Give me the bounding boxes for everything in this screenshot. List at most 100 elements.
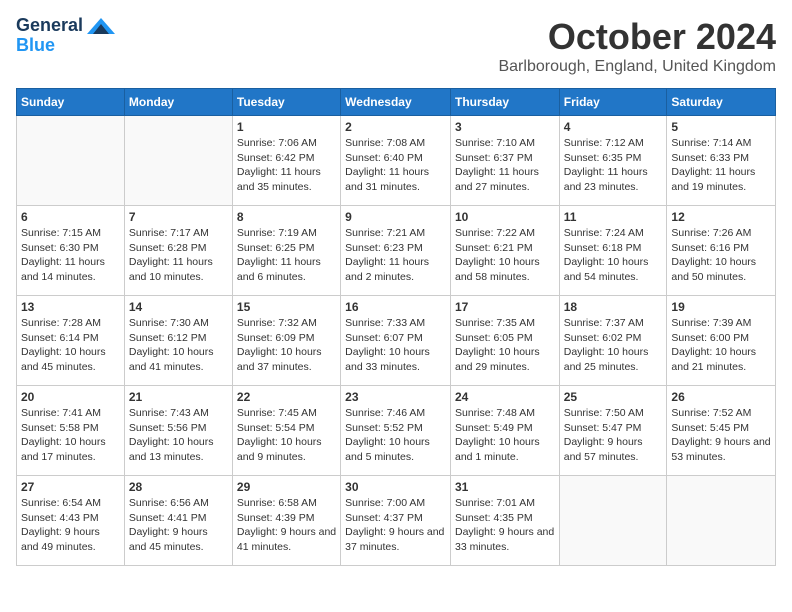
day-info: Sunrise: 7:50 AM Sunset: 5:47 PM Dayligh… <box>564 406 663 465</box>
calendar-cell: 13Sunrise: 7:28 AM Sunset: 6:14 PM Dayli… <box>17 296 125 386</box>
calendar-cell: 9Sunrise: 7:21 AM Sunset: 6:23 PM Daylig… <box>341 206 451 296</box>
calendar-header-monday: Monday <box>124 89 232 116</box>
calendar-cell: 12 Sunrise: 7:26 AM Sunset: 6:16 PM Dayli… <box>667 206 776 296</box>
calendar-week-3: 13Sunrise: 7:28 AM Sunset: 6:14 PM Dayli… <box>17 296 776 386</box>
calendar-cell: 29 Sunrise: 6:58 AM Sunset: 4:39 PM Dayli… <box>232 476 340 566</box>
day-number: 19 <box>671 300 771 314</box>
calendar-cell: 15 Sunrise: 7:32 AM Sunset: 6:09 PM Dayli… <box>232 296 340 386</box>
calendar-cell: 25 Sunrise: 7:50 AM Sunset: 5:47 PM Dayli… <box>559 386 667 476</box>
calendar-cell: 10 Sunrise: 7:22 AM Sunset: 6:21 PM Dayli… <box>450 206 559 296</box>
calendar-cell: 24 Sunrise: 7:48 AM Sunset: 5:49 PM Dayli… <box>450 386 559 476</box>
day-info: Sunrise: 7:08 AM Sunset: 6:40 PM Dayligh… <box>345 136 446 195</box>
day-info: Sunrise: 7:22 AM Sunset: 6:21 PM Dayligh… <box>455 226 555 285</box>
day-info: Sunrise: 7:33 AM Sunset: 6:07 PM Dayligh… <box>345 316 446 375</box>
calendar-week-4: 20 Sunrise: 7:41 AM Sunset: 5:58 PM Dayli… <box>17 386 776 476</box>
day-number: 17 <box>455 300 555 314</box>
day-info: Sunrise: 7:00 AM Sunset: 4:37 PM Dayligh… <box>345 496 446 555</box>
day-number: 12 <box>671 210 771 224</box>
calendar-cell: 6 Sunrise: 7:15 AM Sunset: 6:30 PM Daylig… <box>17 206 125 296</box>
day-number: 22 <box>237 390 336 404</box>
day-number: 23 <box>345 390 446 404</box>
calendar-cell <box>667 476 776 566</box>
day-number: 15 <box>237 300 336 314</box>
day-number: 3 <box>455 120 555 134</box>
day-info: Sunrise: 7:26 AM Sunset: 6:16 PM Dayligh… <box>671 226 771 285</box>
calendar-cell: 1 Sunrise: 7:06 AM Sunset: 6:42 PM Daylig… <box>232 116 340 206</box>
day-info: Sunrise: 7:45 AM Sunset: 5:54 PM Dayligh… <box>237 406 336 465</box>
calendar-cell: 21 Sunrise: 7:43 AM Sunset: 5:56 PM Dayli… <box>124 386 232 476</box>
calendar-cell: 2 Sunrise: 7:08 AM Sunset: 6:40 PM Daylig… <box>341 116 451 206</box>
day-number: 24 <box>455 390 555 404</box>
calendar-cell: 27 Sunrise: 6:54 AM Sunset: 4:43 PM Dayli… <box>17 476 125 566</box>
calendar-cell: 17 Sunrise: 7:35 AM Sunset: 6:05 PM Dayli… <box>450 296 559 386</box>
day-info: Sunrise: 7:19 AM Sunset: 6:25 PM Dayligh… <box>237 226 336 285</box>
day-number: 9 <box>345 210 446 224</box>
day-info: Sunrise: 7:46 AM Sunset: 5:52 PM Dayligh… <box>345 406 446 465</box>
day-info: Sunrise: 7:52 AM Sunset: 5:45 PM Dayligh… <box>671 406 771 465</box>
day-number: 31 <box>455 480 555 494</box>
day-info: Sunrise: 7:12 AM Sunset: 6:35 PM Dayligh… <box>564 136 663 195</box>
calendar-cell: 4 Sunrise: 7:12 AM Sunset: 6:35 PM Daylig… <box>559 116 667 206</box>
logo-general: General <box>16 16 83 36</box>
day-number: 1 <box>237 120 336 134</box>
day-number: 5 <box>671 120 771 134</box>
day-number: 29 <box>237 480 336 494</box>
calendar-table: SundayMondayTuesdayWednesdayThursdayFrid… <box>16 88 776 566</box>
calendar-cell: 16 Sunrise: 7:33 AM Sunset: 6:07 PM Dayli… <box>341 296 451 386</box>
calendar-cell: 19 Sunrise: 7:39 AM Sunset: 6:00 PM Dayli… <box>667 296 776 386</box>
day-info: Sunrise: 7:15 AM Sunset: 6:30 PM Dayligh… <box>21 226 120 285</box>
day-info: Sunrise: 6:54 AM Sunset: 4:43 PM Dayligh… <box>21 496 120 555</box>
day-number: 30 <box>345 480 446 494</box>
calendar-cell: 18Sunrise: 7:37 AM Sunset: 6:02 PM Dayli… <box>559 296 667 386</box>
calendar-cell: 26Sunrise: 7:52 AM Sunset: 5:45 PM Dayli… <box>667 386 776 476</box>
calendar-cell <box>124 116 232 206</box>
logo-icon <box>87 18 115 34</box>
day-number: 2 <box>345 120 446 134</box>
day-number: 16 <box>345 300 446 314</box>
day-info: Sunrise: 7:39 AM Sunset: 6:00 PM Dayligh… <box>671 316 771 375</box>
day-info: Sunrise: 7:24 AM Sunset: 6:18 PM Dayligh… <box>564 226 663 285</box>
day-info: Sunrise: 7:32 AM Sunset: 6:09 PM Dayligh… <box>237 316 336 375</box>
calendar-header-tuesday: Tuesday <box>232 89 340 116</box>
day-number: 25 <box>564 390 663 404</box>
day-number: 14 <box>129 300 228 314</box>
day-info: Sunrise: 7:06 AM Sunset: 6:42 PM Dayligh… <box>237 136 336 195</box>
calendar-cell: 11Sunrise: 7:24 AM Sunset: 6:18 PM Dayli… <box>559 206 667 296</box>
month-title: October 2024 <box>498 16 776 58</box>
day-number: 13 <box>21 300 120 314</box>
location-title: Barlborough, England, United Kingdom <box>498 58 776 76</box>
day-number: 20 <box>21 390 120 404</box>
calendar-header-wednesday: Wednesday <box>341 89 451 116</box>
day-info: Sunrise: 7:35 AM Sunset: 6:05 PM Dayligh… <box>455 316 555 375</box>
page-header: General Blue October 2024 Barlborough, E… <box>16 16 776 76</box>
day-info: Sunrise: 7:14 AM Sunset: 6:33 PM Dayligh… <box>671 136 771 195</box>
calendar-cell: 5 Sunrise: 7:14 AM Sunset: 6:33 PM Daylig… <box>667 116 776 206</box>
day-info: Sunrise: 7:43 AM Sunset: 5:56 PM Dayligh… <box>129 406 228 465</box>
day-info: Sunrise: 7:48 AM Sunset: 5:49 PM Dayligh… <box>455 406 555 465</box>
day-info: Sunrise: 7:30 AM Sunset: 6:12 PM Dayligh… <box>129 316 228 375</box>
calendar-cell: 7Sunrise: 7:17 AM Sunset: 6:28 PM Daylig… <box>124 206 232 296</box>
calendar-header-sunday: Sunday <box>17 89 125 116</box>
calendar-cell: 20 Sunrise: 7:41 AM Sunset: 5:58 PM Dayli… <box>17 386 125 476</box>
day-number: 8 <box>237 210 336 224</box>
day-number: 18 <box>564 300 663 314</box>
day-number: 21 <box>129 390 228 404</box>
calendar-cell: 30 Sunrise: 7:00 AM Sunset: 4:37 PM Dayli… <box>341 476 451 566</box>
day-info: Sunrise: 7:17 AM Sunset: 6:28 PM Dayligh… <box>129 226 228 285</box>
calendar-cell: 14 Sunrise: 7:30 AM Sunset: 6:12 PM Dayli… <box>124 296 232 386</box>
calendar-header-row: SundayMondayTuesdayWednesdayThursdayFrid… <box>17 89 776 116</box>
calendar-cell: 31Sunrise: 7:01 AM Sunset: 4:35 PM Dayli… <box>450 476 559 566</box>
calendar-week-1: 1 Sunrise: 7:06 AM Sunset: 6:42 PM Daylig… <box>17 116 776 206</box>
calendar-cell <box>559 476 667 566</box>
day-info: Sunrise: 6:58 AM Sunset: 4:39 PM Dayligh… <box>237 496 336 555</box>
calendar-week-5: 27 Sunrise: 6:54 AM Sunset: 4:43 PM Dayli… <box>17 476 776 566</box>
day-info: Sunrise: 7:41 AM Sunset: 5:58 PM Dayligh… <box>21 406 120 465</box>
day-info: Sunrise: 7:10 AM Sunset: 6:37 PM Dayligh… <box>455 136 555 195</box>
day-number: 6 <box>21 210 120 224</box>
day-number: 27 <box>21 480 120 494</box>
day-number: 28 <box>129 480 228 494</box>
calendar-header-saturday: Saturday <box>667 89 776 116</box>
calendar-cell <box>17 116 125 206</box>
day-number: 10 <box>455 210 555 224</box>
day-number: 4 <box>564 120 663 134</box>
